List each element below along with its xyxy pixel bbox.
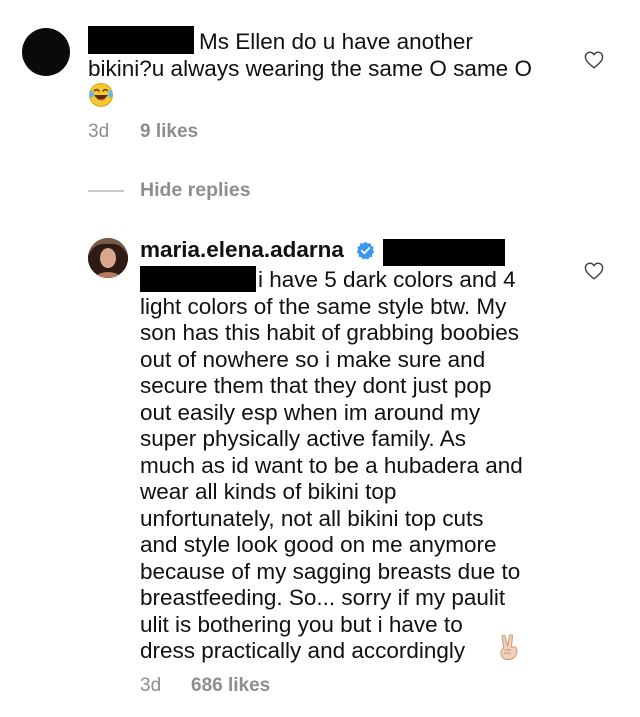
reply-text-line-15: dress practically and accordingly [140, 638, 466, 663]
reply-text-line-13: breastfeeding. So... sorry if my paulit [140, 585, 506, 610]
reply-text-line-8: much as id want to be a hubadera and [140, 452, 523, 478]
reply-text-line-14: ulit is bothering you but i have to [140, 611, 463, 637]
reply-avatar[interactable] [88, 238, 128, 278]
reply-username-link[interactable]: maria.elena.adarna [140, 237, 344, 263]
reply-text-line-1: i have 5 dark colors and 4 [258, 267, 516, 292]
verified-badge-icon [356, 241, 375, 260]
reply-avatar-photo [88, 238, 128, 278]
hide-replies-button[interactable]: Hide replies [140, 179, 251, 202]
reply-like-heart-icon[interactable] [584, 262, 604, 280]
reply-text-line-11: and style look good on me anymore [140, 532, 497, 557]
victory-hand-emoji-icon [500, 634, 518, 661]
mentioned-user-redacted[interactable] [383, 239, 505, 266]
commenter-username-redacted[interactable] [88, 26, 194, 54]
reply-text-line-7: super physically active family. As [140, 426, 466, 451]
reply-text-line-4: out of nowhere so i make sure and [140, 346, 486, 372]
reply-text-line-3: son has this habit of grabbing boobies [140, 320, 520, 345]
reply-likes-count[interactable]: 686 likes [191, 675, 270, 697]
reply-text-line-5: secure them that they dont just pop [140, 373, 492, 398]
reply-text-line-2: light colors of the same style btw. My [140, 293, 507, 319]
reply-text-line-10: unfortunately, not all bikini top cuts [140, 505, 484, 531]
reply-timestamp: 3d [140, 675, 162, 696]
comment-text-line-1: Ms Ellen do u have another [199, 29, 473, 54]
reply-text-line-6: out easily esp when im around my [140, 399, 481, 425]
comment-likes-count[interactable]: 9 likes [140, 121, 198, 143]
commenter-avatar-redacted[interactable] [22, 28, 70, 76]
comment-timestamp: 3d [88, 121, 110, 142]
comment-text-line-2: bikini?u always wearing the same O same … [88, 56, 532, 81]
reply-text-line-9: wear all kinds of bikini top [140, 479, 397, 504]
reply-mention-redacted[interactable] [140, 266, 256, 292]
reply-text-line-12: because of my sagging breasts due to [140, 558, 521, 584]
laughing-tears-emoji-icon [89, 83, 113, 107]
replies-divider-line [88, 190, 124, 192]
comment-like-heart-icon[interactable] [584, 51, 604, 69]
